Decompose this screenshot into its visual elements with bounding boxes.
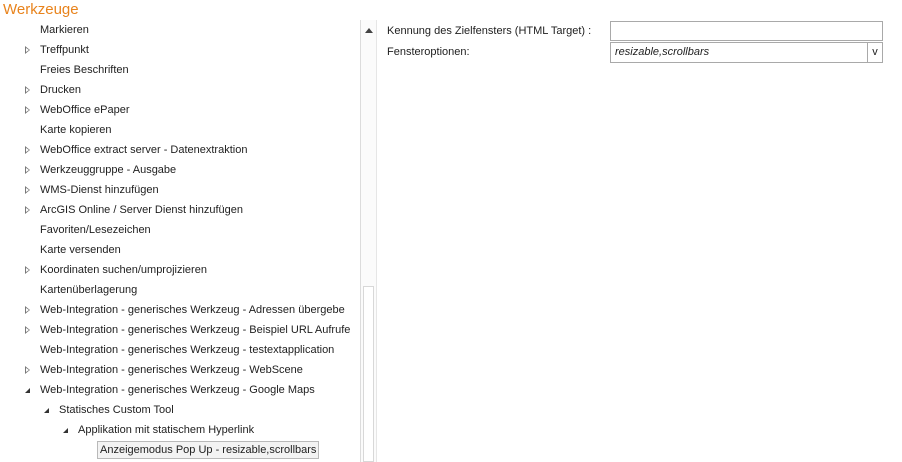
target-label: Kennung des Zielfensters (HTML Target) : xyxy=(387,25,592,37)
tree-expander[interactable] xyxy=(41,400,51,420)
tree-expander[interactable] xyxy=(22,40,32,60)
triangle-down-filled-icon xyxy=(43,407,49,413)
tree-expander[interactable] xyxy=(22,300,32,320)
triangle-right-outline-icon xyxy=(24,366,30,374)
target-input[interactable] xyxy=(610,21,883,41)
tree-item-label: Kartenüberlagerung xyxy=(40,284,138,296)
tree-item[interactable]: Karte versenden xyxy=(0,240,360,260)
tree-item-label: WMS-Dienst hinzufügen xyxy=(40,184,159,196)
tree-item[interactable]: Werkzeuggruppe - Ausgabe xyxy=(0,160,360,180)
tree-expander[interactable] xyxy=(22,320,32,340)
tree-expander[interactable] xyxy=(60,420,70,440)
triangle-right-outline-icon xyxy=(24,166,30,174)
triangle-right-outline-icon xyxy=(24,46,30,54)
tree-item[interactable]: Web-Integration - generisches Werkzeug -… xyxy=(0,300,360,320)
tools-tree: Markieren Treffpunkt Freies Beschriften Dru… xyxy=(0,20,360,462)
tree-item[interactable]: Applikation mit statischem Hyperlink xyxy=(0,420,360,440)
scroll-up-arrow-icon xyxy=(365,27,373,33)
triangle-right-outline-icon xyxy=(24,106,30,114)
tree-item[interactable]: Markieren xyxy=(0,20,360,40)
tree-item[interactable]: Treffpunkt xyxy=(0,40,360,60)
options-dropdown-button[interactable]: v xyxy=(867,43,882,62)
tree-item-label: Web-Integration - generisches Werkzeug -… xyxy=(40,344,335,356)
tree-item[interactable]: Statisches Custom Tool xyxy=(0,400,360,420)
tree-item[interactable]: WebOffice extract server - Datenextrakti… xyxy=(0,140,360,160)
triangle-right-outline-icon xyxy=(24,146,30,154)
tree-expander[interactable] xyxy=(22,180,32,200)
tree-item-label: Karte versenden xyxy=(40,244,121,256)
tree-item[interactable]: Karte kopieren xyxy=(0,120,360,140)
tree-item[interactable]: WebOffice ePaper xyxy=(0,100,360,120)
tree-item-label: Anzeigemodus Pop Up - resizable,scrollba… xyxy=(97,441,320,459)
tree-item-label: Applikation mit statischem Hyperlink xyxy=(78,424,255,436)
options-label: Fensteroptionen: xyxy=(387,46,470,58)
tree-item[interactable]: Favoriten/Lesezeichen xyxy=(0,220,360,240)
triangle-right-outline-icon xyxy=(24,86,30,94)
tree-item-label: Karte kopieren xyxy=(40,124,112,136)
tree-item-label: Web-Integration - generisches Werkzeug -… xyxy=(40,364,303,376)
tree-expander[interactable] xyxy=(22,360,32,380)
tree-scrollbar[interactable] xyxy=(360,20,377,462)
tree-item-label: Statisches Custom Tool xyxy=(59,404,174,416)
triangle-right-outline-icon xyxy=(24,186,30,194)
tree-item-label: Drucken xyxy=(40,84,81,96)
tree-expander[interactable] xyxy=(22,260,32,280)
tree-item[interactable]: Koordinaten suchen/umprojizieren xyxy=(0,260,360,280)
scroll-up-button[interactable] xyxy=(361,23,377,37)
tree-item[interactable]: Web-Integration - generisches Werkzeug -… xyxy=(0,380,360,400)
panel-title: Werkzeuge xyxy=(3,1,79,18)
tree-item[interactable]: Web-Integration - generisches Werkzeug -… xyxy=(0,340,360,360)
tree-item[interactable]: Drucken xyxy=(0,80,360,100)
tree-item[interactable]: Freies Beschriften xyxy=(0,60,360,80)
tree-item-label: ArcGIS Online / Server Dienst hinzufügen xyxy=(40,204,243,216)
tree-item-label: Web-Integration - generisches Werkzeug -… xyxy=(40,304,345,316)
triangle-down-filled-icon xyxy=(24,387,30,393)
tree-item[interactable]: Web-Integration - generisches Werkzeug -… xyxy=(0,360,360,380)
tree-expander[interactable] xyxy=(22,200,32,220)
tree-expander[interactable] xyxy=(22,100,32,120)
tree-item-label: Treffpunkt xyxy=(40,44,89,56)
tree-item[interactable]: WMS-Dienst hinzufügen xyxy=(0,180,360,200)
options-value: resizable,scrollbars xyxy=(615,46,710,58)
triangle-right-outline-icon xyxy=(24,306,30,314)
triangle-right-outline-icon xyxy=(24,326,30,334)
tree-item-label: Markieren xyxy=(40,24,89,36)
triangle-right-outline-icon xyxy=(24,266,30,274)
tree-item-label: Freies Beschriften xyxy=(40,64,129,76)
triangle-down-filled-icon xyxy=(62,427,68,433)
tree-item[interactable]: Anzeigemodus Pop Up - resizable,scrollba… xyxy=(0,440,360,460)
tree-item-label: WebOffice extract server - Datenextrakti… xyxy=(40,144,248,156)
tree-expander[interactable] xyxy=(22,160,32,180)
tree-item-label: WebOffice ePaper xyxy=(40,104,130,116)
tree-expander[interactable] xyxy=(22,140,32,160)
options-select[interactable]: resizable,scrollbars v xyxy=(610,42,883,63)
tree-item-label: Web-Integration - generisches Werkzeug -… xyxy=(40,324,351,336)
triangle-right-outline-icon xyxy=(24,206,30,214)
tree-item-label: Web-Integration - generisches Werkzeug -… xyxy=(40,384,315,396)
tree-item-label: Koordinaten suchen/umprojizieren xyxy=(40,264,207,276)
tree-item[interactable]: ArcGIS Online / Server Dienst hinzufügen xyxy=(0,200,360,220)
tree-expander[interactable] xyxy=(22,80,32,100)
scroll-thumb[interactable] xyxy=(363,286,374,462)
tree-item-label: Werkzeuggruppe - Ausgabe xyxy=(40,164,177,176)
tree-item[interactable]: Web-Integration - generisches Werkzeug -… xyxy=(0,320,360,340)
tree-expander[interactable] xyxy=(22,380,32,400)
tree-item[interactable]: Kartenüberlagerung xyxy=(0,280,360,300)
tree-item-label: Favoriten/Lesezeichen xyxy=(40,224,151,236)
